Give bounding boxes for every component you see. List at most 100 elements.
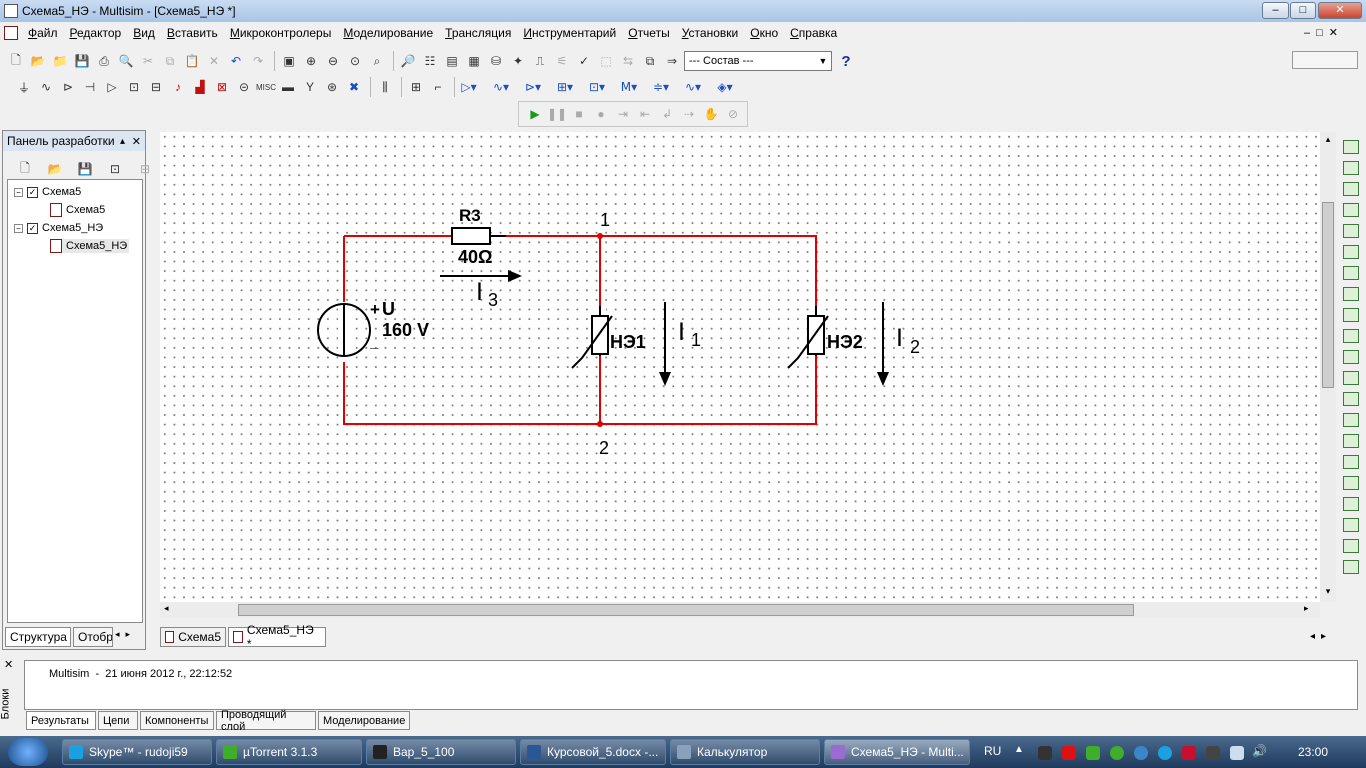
menu-tools[interactable]: Инструментарий xyxy=(517,26,622,40)
tool-3-icon[interactable]: ⊡▾ xyxy=(587,77,607,97)
step-out-icon[interactable]: ↲ xyxy=(657,104,677,124)
tray-flag-icon[interactable] xyxy=(1230,746,1244,760)
logic-analyzer-icon[interactable] xyxy=(1343,308,1359,322)
tray-skype-icon[interactable] xyxy=(1158,746,1172,760)
hierarchy-icon[interactable]: ⇒ xyxy=(662,51,682,71)
run-icon[interactable]: ▶ xyxy=(525,104,545,124)
menu-help[interactable]: Справка xyxy=(784,26,843,40)
copy-icon[interactable]: ⧉ xyxy=(160,51,180,71)
collapse-icon[interactable]: − xyxy=(14,187,23,197)
tray-bluetooth-icon[interactable] xyxy=(1134,746,1148,760)
panel-close-icon[interactable]: ✕ xyxy=(132,135,141,148)
start-button[interactable] xyxy=(8,738,48,766)
save-icon[interactable]: 💾 xyxy=(72,51,92,71)
component-wizard-icon[interactable]: ✦ xyxy=(508,51,528,71)
step-into-icon[interactable]: ⇥ xyxy=(613,104,633,124)
labview-icon[interactable] xyxy=(1343,539,1359,553)
taskbar-clock[interactable]: 23:00 xyxy=(1298,745,1328,759)
diode-icon[interactable]: ⊳ xyxy=(58,77,78,97)
collapse-icon[interactable]: − xyxy=(14,223,23,233)
zoom-out-icon[interactable]: ⊖ xyxy=(323,51,343,71)
stop-icon[interactable]: ■ xyxy=(569,104,589,124)
tree-leaf-schema5[interactable]: Схема5 xyxy=(50,203,105,217)
menu-window[interactable]: Окно xyxy=(744,26,784,40)
taskbar-calculator[interactable]: Калькулятор xyxy=(670,739,820,765)
menu-simulate[interactable]: Моделирование xyxy=(337,26,439,40)
tab-visibility[interactable]: Отобр xyxy=(73,627,113,647)
tool-4-icon[interactable]: Ⅿ▾ xyxy=(619,77,639,97)
logic-converter-icon[interactable] xyxy=(1343,329,1359,343)
wattmeter-icon[interactable] xyxy=(1343,182,1359,196)
taskbar-multisim[interactable]: Схема5_НЭ - Multi... xyxy=(824,739,970,765)
ne2-symbol[interactable] xyxy=(807,315,825,355)
agilent-generator-icon[interactable] xyxy=(1343,434,1359,448)
redo-icon[interactable]: ↷ xyxy=(248,51,268,71)
bus-icon[interactable]: ⫼ xyxy=(375,77,395,97)
tree-node-schema5-ne[interactable]: − ✓ Схема5_НЭ xyxy=(14,222,103,234)
resistor-symbol[interactable] xyxy=(451,227,491,245)
menu-view[interactable]: Вид xyxy=(127,26,161,40)
tektronix-oscilloscope-icon[interactable] xyxy=(1343,497,1359,511)
tab-results[interactable]: Результаты xyxy=(26,711,96,730)
print-icon[interactable]: ⎙ xyxy=(94,51,114,71)
source-icon[interactable]: ⏚ xyxy=(14,77,34,97)
indicator-icon[interactable]: ⊠ xyxy=(212,77,232,97)
wire-icon[interactable]: ⌐ xyxy=(428,77,448,97)
document-icon[interactable] xyxy=(4,26,18,40)
frequency-counter-icon[interactable] xyxy=(1343,266,1359,280)
mixed-icon[interactable]: ▟ xyxy=(190,77,210,97)
cmos-icon[interactable]: ⊟ xyxy=(146,77,166,97)
iv-analyzer-icon[interactable] xyxy=(1343,350,1359,364)
analog-icon[interactable]: ▷ xyxy=(102,77,122,97)
tool-7-icon[interactable]: ◈▾ xyxy=(715,77,735,97)
paste-icon[interactable]: 📋 xyxy=(182,51,202,71)
tab-nets[interactable]: Цепи xyxy=(98,711,138,730)
panel-open-icon[interactable]: 📂 xyxy=(45,159,65,179)
maximize-button[interactable]: □ xyxy=(1290,2,1316,19)
hierarchical-block-icon[interactable]: ⊞ xyxy=(406,77,426,97)
tray-network-icon[interactable] xyxy=(1206,746,1220,760)
zoom-in-icon[interactable]: ⊕ xyxy=(301,51,321,71)
menu-edit[interactable]: Редактор xyxy=(64,26,128,40)
step-icon[interactable]: ● xyxy=(591,104,611,124)
print-preview-icon[interactable]: 🔍 xyxy=(116,51,136,71)
current-probe-icon[interactable] xyxy=(1343,560,1359,574)
taskbar-folder[interactable]: Вар_5_100 xyxy=(366,739,516,765)
panel-new-icon[interactable]: 🗋 xyxy=(15,159,35,179)
sheet-tab-schema5[interactable]: Схема5 xyxy=(160,627,226,647)
tray-shield-icon[interactable] xyxy=(1086,746,1100,760)
zoom-fit-icon[interactable]: ⌕ xyxy=(367,51,387,71)
mdi-controls[interactable]: ‒□✕ xyxy=(1304,26,1362,40)
undo-icon[interactable]: ↶ xyxy=(226,51,246,71)
scroll-left-icon[interactable]: ◂ xyxy=(164,603,169,614)
tool-1-icon[interactable]: ⊳▾ xyxy=(523,77,543,97)
menu-mcu[interactable]: Микроконтролеры xyxy=(224,26,338,40)
backannotate-icon[interactable]: ✓ xyxy=(574,51,594,71)
close-button[interactable]: ✕ xyxy=(1318,2,1362,19)
component-combo[interactable]: --- Состав --- ▼ xyxy=(684,51,832,71)
help-icon[interactable]: ? xyxy=(836,51,856,71)
agilent-multimeter-icon[interactable] xyxy=(1343,455,1359,469)
run-to-cursor-icon[interactable]: ⇢ xyxy=(679,104,699,124)
multimeter-icon[interactable] xyxy=(1343,140,1359,154)
spreadsheet-icon[interactable]: ▦ xyxy=(464,51,484,71)
agilent-oscilloscope-icon[interactable] xyxy=(1343,476,1359,490)
find-icon[interactable]: 🔎 xyxy=(398,51,418,71)
multisim-app-icon[interactable] xyxy=(4,4,18,18)
basic-icon[interactable]: ∿ xyxy=(36,77,56,97)
menu-reports[interactable]: Отчеты xyxy=(622,26,676,40)
in-use-list-icon[interactable]: ⧉ xyxy=(640,51,660,71)
view-toggle-icon[interactable] xyxy=(1292,51,1358,69)
junction-node-2[interactable] xyxy=(597,421,603,427)
open-sample-icon[interactable]: 📁 xyxy=(50,51,70,71)
probe-icon[interactable]: ▷▾ xyxy=(459,77,479,97)
sheet-tab-scroll-icons[interactable]: ◂▸ xyxy=(1310,631,1332,642)
zoom-area-icon[interactable]: ⊙ xyxy=(345,51,365,71)
scroll-right-icon[interactable]: ▸ xyxy=(1304,603,1309,614)
ttl-icon[interactable]: ⊡ xyxy=(124,77,144,97)
taskbar-word[interactable]: Курсовой_5.docx -... xyxy=(520,739,666,765)
junction-node-1[interactable] xyxy=(597,233,603,239)
menu-options[interactable]: Установки xyxy=(676,26,745,40)
four-channel-oscilloscope-icon[interactable] xyxy=(1343,224,1359,238)
mcu-icon[interactable]: ✖ xyxy=(344,77,364,97)
